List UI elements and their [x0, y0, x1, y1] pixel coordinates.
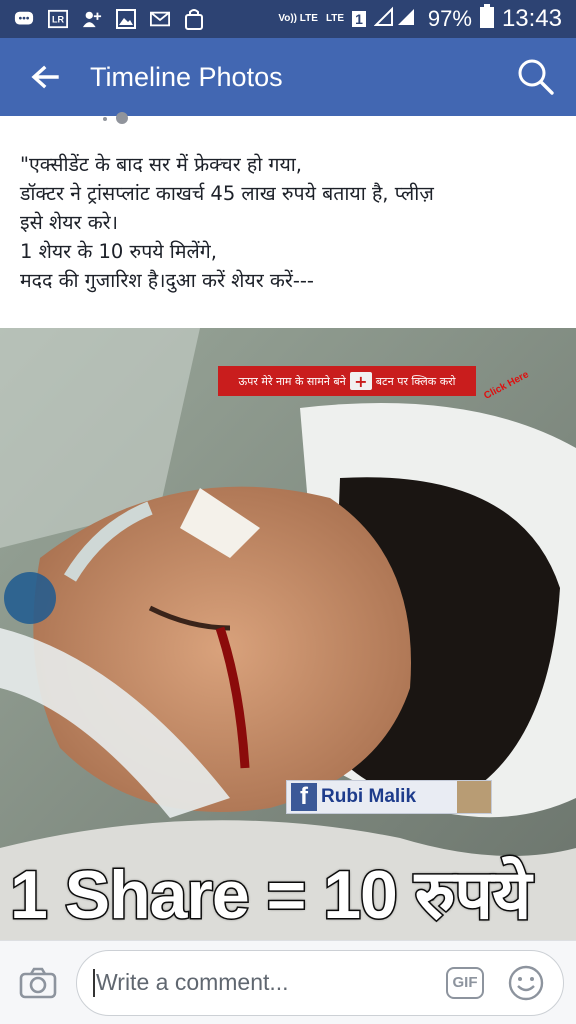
watermark-name: Rubi Malik: [321, 786, 417, 807]
caption-line: मदद की गुजारिश है।दुआ करें शेयर करें---: [20, 269, 314, 292]
emoji-button[interactable]: [506, 963, 546, 1003]
post-caption: "एक्सीडेंट के बाद सर में फ्रेक्चर हो गया…: [0, 116, 576, 328]
banner-text-left: ऊपर मेरे नाम के सामने बने: [238, 374, 346, 388]
app-bar: Timeline Photos: [0, 38, 576, 116]
banner-plus: +: [349, 372, 372, 391]
gif-button[interactable]: GIF: [446, 966, 484, 999]
svg-text:LR: LR: [52, 15, 65, 25]
clock: 13:43: [501, 5, 562, 32]
globe-icon: [103, 112, 128, 124]
caption-line: 1 शेयर के 10 रुपये मिलेंगे,: [20, 240, 217, 263]
status-bar: LR Vo)) LTE LTE 1 97% 13:43: [0, 0, 576, 38]
comment-input[interactable]: [96, 969, 436, 996]
arrow-left-icon: [31, 65, 59, 89]
photo-image: [0, 328, 576, 940]
caption-line: इसे शेयर करे।: [20, 211, 119, 234]
camera-button[interactable]: [0, 941, 76, 1024]
fb-watermark: f Rubi Malik: [286, 780, 492, 814]
lte-indicator: LTE: [325, 13, 345, 24]
caption-line: डॉक्टर ने ट्रांसप्लांट काखर्च 45 लाख रुप…: [20, 182, 434, 205]
text-cursor: [93, 968, 95, 997]
add-person-icon: [82, 9, 102, 29]
battery-percent: 97%: [427, 6, 472, 31]
share-caption: 1 Share = 10 रुपये: [9, 856, 533, 935]
battery-icon: [479, 4, 494, 34]
comment-bar: GIF: [0, 940, 576, 1024]
search-icon: [518, 59, 554, 95]
bag-icon: [184, 9, 204, 30]
gallery-icon: [116, 9, 136, 29]
comment-box[interactable]: GIF: [76, 949, 564, 1016]
page-title: Timeline Photos: [90, 61, 283, 92]
mail-icon: [150, 9, 170, 29]
chat-icon: [14, 9, 34, 29]
back-button[interactable]: [0, 38, 90, 116]
sim-indicator: 1: [352, 11, 366, 27]
caption-line: "एक्सीडेंट के बाद सर में फ्रेक्चर हो गया…: [20, 153, 303, 176]
watermark-avatar: [457, 781, 491, 813]
facebook-logo-icon: f: [291, 783, 317, 811]
lr-icon: LR: [48, 9, 68, 29]
camera-icon: [19, 967, 57, 998]
volte-indicator: Vo)) LTE: [278, 13, 318, 24]
photo-banner: ऊपर मेरे नाम के सामने बने + बटन पर क्लिक…: [218, 366, 476, 396]
banner-text-right: बटन पर क्लिक करो: [375, 374, 456, 388]
signal-icon: [373, 5, 420, 33]
smiley-icon: [508, 965, 544, 1000]
timeline-photo[interactable]: ऊपर मेरे नाम के सामने बने + बटन पर क्लिक…: [0, 328, 576, 940]
search-button[interactable]: [496, 38, 576, 116]
